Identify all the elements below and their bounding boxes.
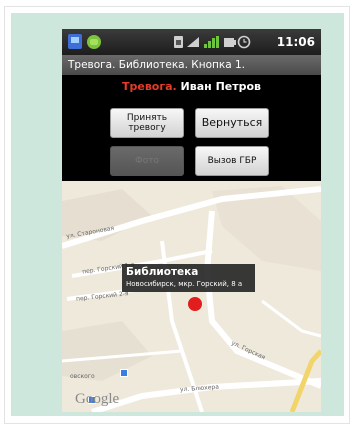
signal-icon [204,36,219,48]
alarm-clock-icon [237,35,251,49]
sim-icon [174,36,183,48]
wifi-icon [187,37,199,47]
place-title: Библиотека [126,266,199,278]
status-time: 11:06 [276,35,315,49]
call-rapid-response-button[interactable]: Вызов ГБР [195,146,269,176]
poi-icon [120,369,128,377]
return-button[interactable]: Вернуться [195,108,269,138]
google-logo: Google [75,391,120,407]
battery-icon [224,38,236,47]
alarm-header: Тревога. Иван Петров [62,80,321,93]
person-name: Иван Петров [180,80,262,93]
phone-screen: 11:06 Тревога. Библиотека. Кнопка 1. Тре… [62,29,321,412]
accept-alarm-button[interactable]: Принять тревогу [110,108,184,138]
title-bar: Тревога. Библиотека. Кнопка 1. [62,55,321,75]
place-tooltip[interactable]: Библиотека Новосибирск, мкр. Горский, 8 … [122,264,255,292]
map-view[interactable]: ул. Староновая пер. Горский 1-я пер. Гор… [62,181,321,412]
app-icon [68,34,101,49]
street-label: овского [70,373,95,380]
status-icons [174,35,251,49]
status-bar: 11:06 [62,29,321,55]
location-marker-icon[interactable] [188,297,202,311]
photo-button[interactable]: Фото [110,146,184,176]
alarm-word: Тревога. [121,80,177,93]
place-address: Новосибирск, мкр. Горский, 8 а [126,280,243,288]
